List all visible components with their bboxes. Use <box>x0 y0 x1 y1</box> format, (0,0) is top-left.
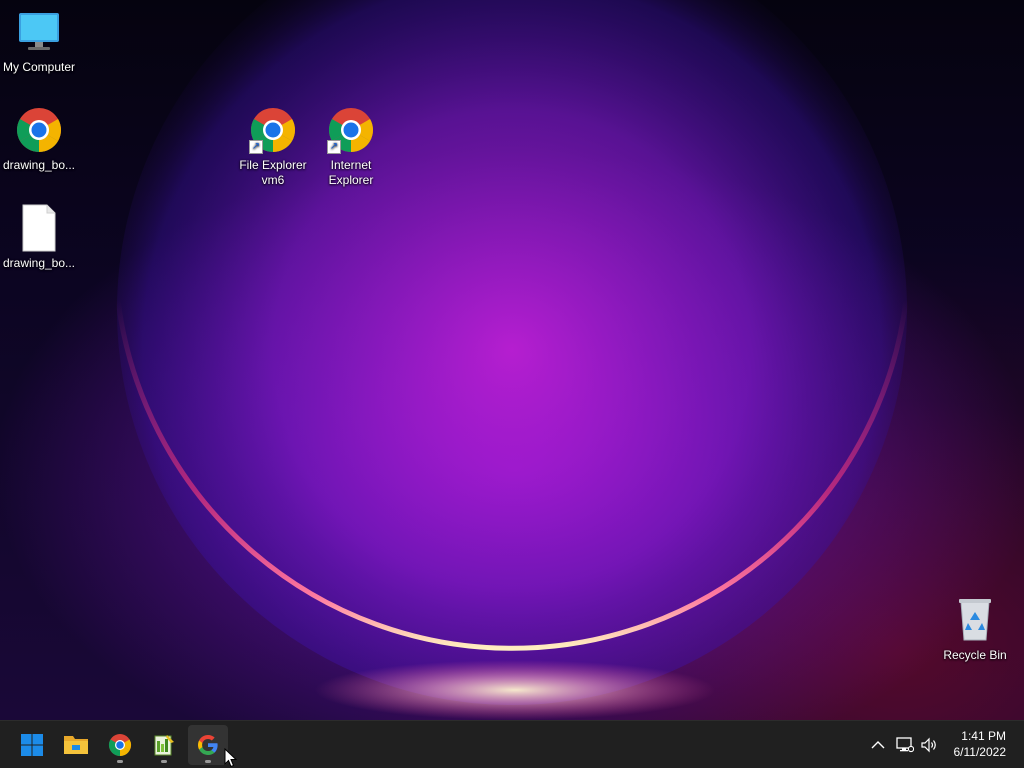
drawing-chrome-shortcut[interactable]: drawing_bo... <box>0 106 78 173</box>
recycle-bin-label: Recycle Bin <box>943 648 1007 662</box>
taskbar-chrome[interactable] <box>100 725 140 765</box>
recycle-bin-shortcut[interactable]: Recycle Bin <box>936 596 1014 663</box>
google-icon <box>198 735 218 755</box>
network-button[interactable] <box>895 735 915 755</box>
start-icon <box>21 734 43 756</box>
taskbar: 1:41 PM 6/11/2022 <box>0 720 1024 768</box>
chrome-icon <box>109 734 131 756</box>
wallpaper <box>115 0 909 720</box>
volume-button[interactable] <box>920 735 940 755</box>
shortcut-arrow-icon: ↗ <box>249 140 263 154</box>
running-indicator <box>205 760 211 763</box>
file-explorer-label-line2: vm6 <box>261 173 285 187</box>
document-icon <box>15 204 63 252</box>
desktop[interactable]: My Computer drawing_bo... drawing_bo... <box>0 0 1024 720</box>
notepad-plus-icon <box>154 735 174 756</box>
internet-explorer-label-line2: Explorer <box>328 173 374 187</box>
drawing-chrome-label: drawing_bo... <box>2 158 76 172</box>
chrome-icon <box>15 106 63 154</box>
running-indicator <box>117 760 123 763</box>
taskbar-notepad-plus[interactable] <box>144 725 184 765</box>
mouse-cursor-icon <box>224 748 238 768</box>
taskbar-file-explorer[interactable] <box>56 725 96 765</box>
clock[interactable]: 1:41 PM 6/11/2022 <box>954 728 1007 760</box>
show-hidden-icons-button[interactable] <box>868 735 888 755</box>
chrome-icon: ↗ <box>249 106 297 154</box>
my-computer-shortcut[interactable]: My Computer <box>0 8 78 75</box>
drawing-file-shortcut[interactable]: drawing_bo... <box>0 204 78 271</box>
internet-explorer-shortcut[interactable]: ↗ Internet Explorer <box>312 106 390 188</box>
shortcut-arrow-icon: ↗ <box>327 140 341 154</box>
monitor-icon <box>15 8 63 56</box>
file-explorer-vm6-shortcut[interactable]: ↗ File Explorer vm6 <box>234 106 312 188</box>
running-indicator <box>161 760 167 763</box>
internet-explorer-label-line1: Internet <box>330 158 372 172</box>
clock-date: 6/11/2022 <box>953 745 1007 759</box>
clock-time: 1:41 PM <box>961 729 1006 743</box>
taskbar-google[interactable] <box>188 725 228 765</box>
file-explorer-icon <box>64 736 88 754</box>
start-button[interactable] <box>12 725 52 765</box>
recycle-bin-icon <box>951 596 999 644</box>
volume-icon <box>921 737 936 753</box>
chrome-icon: ↗ <box>327 106 375 154</box>
network-icon <box>896 737 914 753</box>
chevron-up-icon <box>871 741 885 749</box>
drawing-file-label: drawing_bo... <box>2 256 76 270</box>
my-computer-label: My Computer <box>2 60 76 74</box>
file-explorer-label-line1: File Explorer <box>239 158 307 172</box>
